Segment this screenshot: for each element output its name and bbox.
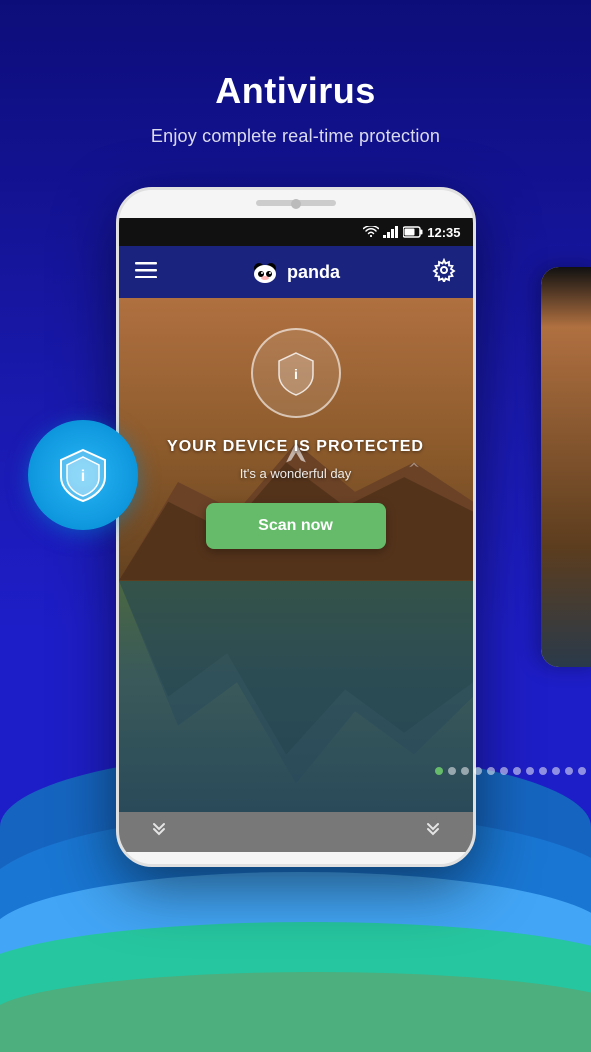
dot-6 xyxy=(500,767,508,775)
chevron-double-down-left-icon xyxy=(149,820,169,840)
phone-camera xyxy=(291,199,301,209)
dot-3 xyxy=(461,767,469,775)
app-logo: panda xyxy=(249,256,340,288)
lake-area xyxy=(119,581,473,812)
dot-11 xyxy=(565,767,573,775)
shield-badge: i xyxy=(28,420,138,530)
android-recents-button[interactable] xyxy=(394,858,434,867)
hamburger-icon xyxy=(135,262,157,278)
dot-10 xyxy=(552,767,560,775)
signal-icon xyxy=(383,226,399,238)
screen-shield-icon: i xyxy=(271,348,321,398)
dot-1 xyxy=(435,767,443,775)
screen-shield-circle: i xyxy=(251,328,341,418)
app-logo-text: panda xyxy=(287,262,340,283)
android-back-button[interactable] xyxy=(158,858,198,867)
status-bar: 12:35 xyxy=(119,218,473,246)
svg-text:i: i xyxy=(81,468,85,485)
settings-button[interactable] xyxy=(432,258,456,287)
panda-logo-icon xyxy=(249,256,281,288)
dot-7 xyxy=(513,767,521,775)
page-subtitle: Enjoy complete real-time protection xyxy=(0,126,591,147)
dot-12 xyxy=(578,767,586,775)
left-arrow-down xyxy=(149,820,169,845)
app-screen: i YOUR DEVICE IS PROTECTED It's a wonder… xyxy=(119,298,473,812)
day-message-text: It's a wonderful day xyxy=(119,466,473,481)
page-title: Antivirus xyxy=(0,70,591,112)
shield-badge-icon: i xyxy=(53,445,113,505)
chevron-double-down-right-icon xyxy=(423,820,443,840)
battery-icon xyxy=(403,226,423,238)
page-dots-indicator xyxy=(435,767,591,775)
right-arrow-down xyxy=(423,820,443,845)
scan-now-button[interactable]: Scan now xyxy=(206,503,386,549)
wifi-icon xyxy=(363,226,379,238)
hamburger-menu-button[interactable] xyxy=(135,262,157,283)
header-section: Antivirus Enjoy complete real-time prote… xyxy=(0,0,591,147)
secondary-phone xyxy=(541,267,591,667)
dot-9 xyxy=(539,767,547,775)
dot-4 xyxy=(474,767,482,775)
phone-physical-top xyxy=(119,190,473,218)
secondary-phone-screen xyxy=(541,267,591,667)
android-nav-bar[interactable] xyxy=(119,852,473,867)
android-home-button[interactable] xyxy=(276,858,316,867)
primary-phone: 12:35 xyxy=(116,187,476,867)
device-status-text: YOUR DEVICE IS PROTECTED xyxy=(119,438,473,456)
app-nav-bar[interactable]: panda xyxy=(119,246,473,298)
bottom-arrows-bar xyxy=(119,812,473,852)
status-time: 12:35 xyxy=(427,225,460,240)
wave-layer-5 xyxy=(0,972,591,1052)
dot-2 xyxy=(448,767,456,775)
svg-text:i: i xyxy=(294,366,298,382)
lake-reflection xyxy=(119,581,473,812)
gear-icon xyxy=(432,258,456,282)
dot-5 xyxy=(487,767,495,775)
dot-8 xyxy=(526,767,534,775)
